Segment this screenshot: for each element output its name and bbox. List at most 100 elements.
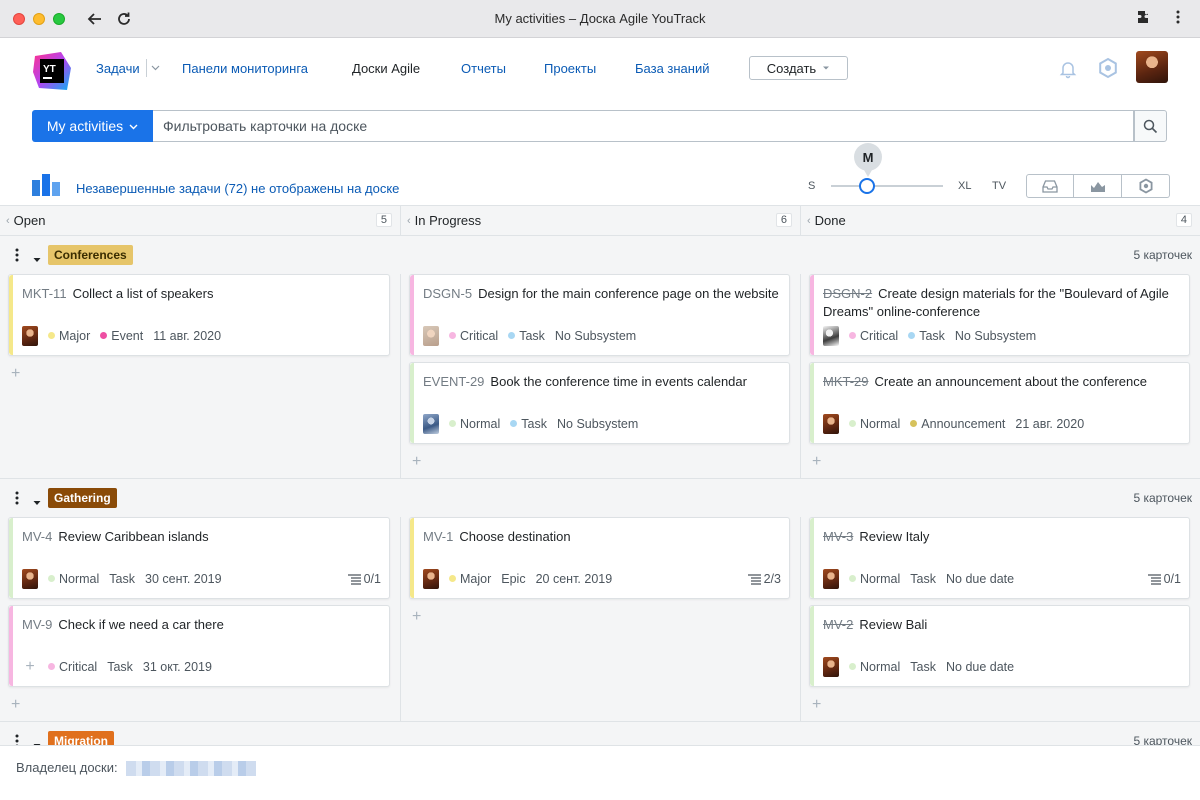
- maximize-window-button[interactable]: [53, 12, 65, 25]
- assignee-avatar[interactable]: [823, 657, 839, 677]
- card-field[interactable]: 30 сент. 2019: [145, 572, 222, 586]
- issue-id-link[interactable]: MV-4: [22, 529, 52, 544]
- card-field[interactable]: Normal: [849, 417, 900, 431]
- issue-summary[interactable]: Review Bali: [859, 617, 927, 632]
- card-field[interactable]: No due date: [946, 572, 1014, 586]
- subtasks-counter[interactable]: 0/1: [1147, 572, 1181, 586]
- assignee-avatar[interactable]: [423, 414, 439, 434]
- add-card-button[interactable]: +: [8, 362, 390, 390]
- card-field[interactable]: Major: [48, 329, 90, 343]
- issue-card[interactable]: MV-9 Check if we need a car there + Critica…: [8, 605, 390, 687]
- assignee-avatar[interactable]: [22, 569, 38, 589]
- swimlane-menu-button[interactable]: [14, 734, 20, 745]
- swimlane-collapse-button[interactable]: [33, 251, 41, 266]
- assignee-avatar[interactable]: [423, 569, 439, 589]
- card-field[interactable]: Epic: [501, 572, 525, 586]
- card-field[interactable]: Task: [107, 660, 133, 674]
- card-field[interactable]: Task: [910, 660, 936, 674]
- add-card-button[interactable]: +: [409, 605, 790, 633]
- issue-id-link[interactable]: DSGN-2: [823, 286, 872, 301]
- card-field[interactable]: Critical: [48, 660, 97, 674]
- card-field[interactable]: Task: [510, 417, 547, 431]
- assignee-avatar[interactable]: [423, 326, 439, 346]
- issue-id-link[interactable]: MV-2: [823, 617, 853, 632]
- issue-summary[interactable]: Check if we need a car there: [58, 617, 223, 632]
- card-size-s[interactable]: S: [808, 180, 815, 192]
- issue-summary[interactable]: Design for the main conference page on t…: [478, 286, 779, 301]
- issue-summary[interactable]: Review Italy: [859, 529, 929, 544]
- card-field[interactable]: Critical: [849, 329, 898, 343]
- add-assignee-button[interactable]: +: [22, 657, 38, 677]
- issue-card[interactable]: MKT-11 Collect a list of speakers Major Eve…: [8, 274, 390, 356]
- column-header-done[interactable]: ‹ Done 4: [800, 206, 1200, 235]
- issue-id-link[interactable]: EVENT-29: [423, 374, 484, 389]
- card-size-slider[interactable]: [831, 185, 943, 187]
- issue-card[interactable]: MV-4 Review Caribbean islands Normal Task 30…: [8, 517, 390, 599]
- swimlane-name-tag[interactable]: Gathering: [48, 488, 117, 508]
- card-field[interactable]: Task: [908, 329, 945, 343]
- reload-button[interactable]: [113, 8, 135, 30]
- issue-id-link[interactable]: MV-1: [423, 529, 453, 544]
- card-field[interactable]: 11 авг. 2020: [153, 329, 221, 343]
- collapse-column-icon[interactable]: ‹: [807, 215, 811, 227]
- add-card-button[interactable]: +: [409, 450, 790, 478]
- swimlane-collapse-button[interactable]: [33, 494, 41, 509]
- board-owner-name-redacted[interactable]: [126, 761, 256, 776]
- issue-card[interactable]: DSGN-5 Design for the main conference pag…: [409, 274, 790, 356]
- nav-agile-boards[interactable]: Доски Agile: [352, 61, 420, 76]
- card-field[interactable]: No Subsystem: [955, 329, 1036, 343]
- card-size-xl[interactable]: XL: [958, 180, 971, 192]
- administration-button[interactable]: [1097, 57, 1119, 82]
- swimlane-collapse-button[interactable]: [33, 737, 41, 745]
- nav-reports[interactable]: Отчеты: [461, 61, 506, 76]
- card-field[interactable]: Major: [449, 572, 491, 586]
- issue-card[interactable]: MV-3 Review Italy Normal Task No due date 0/1: [809, 517, 1190, 599]
- issue-card[interactable]: DSGN-2 Create design materials for the "B…: [809, 274, 1190, 356]
- assignee-avatar[interactable]: [823, 569, 839, 589]
- unfinished-issues-link[interactable]: Незавершенные задачи (72) не отображены …: [76, 181, 399, 196]
- more-menu-button[interactable]: [1170, 9, 1186, 28]
- card-field[interactable]: Normal: [48, 572, 99, 586]
- swimlane-name-tag[interactable]: Migration: [48, 731, 114, 745]
- nav-issues[interactable]: Задачи: [96, 61, 140, 76]
- assignee-avatar[interactable]: [823, 326, 839, 346]
- board-stats-icon[interactable]: [32, 174, 62, 196]
- issue-id-link[interactable]: MV-9: [22, 617, 52, 632]
- issue-id-link[interactable]: MV-3: [823, 529, 853, 544]
- collapse-column-icon[interactable]: ‹: [6, 215, 10, 227]
- issue-card[interactable]: EVENT-29 Book the conference time in even…: [409, 362, 790, 444]
- backlog-button[interactable]: [1026, 174, 1074, 198]
- card-field[interactable]: Normal: [849, 660, 900, 674]
- card-filter-input[interactable]: [153, 110, 1134, 142]
- card-field[interactable]: Task: [910, 572, 936, 586]
- notifications-button[interactable]: [1058, 59, 1078, 82]
- board-selector-button[interactable]: My activities: [32, 110, 153, 142]
- card-size-slider-handle[interactable]: [859, 178, 875, 194]
- nav-dashboards[interactable]: Панели мониторинга: [182, 61, 308, 76]
- card-field[interactable]: No Subsystem: [555, 329, 636, 343]
- issue-card[interactable]: MV-2 Review Bali Normal Task No due date: [809, 605, 1190, 687]
- issue-card[interactable]: MV-1 Choose destination Major Epic 20 сент. …: [409, 517, 790, 599]
- card-field[interactable]: Normal: [449, 417, 500, 431]
- chevron-down-icon[interactable]: [151, 63, 160, 72]
- card-field[interactable]: Normal: [849, 572, 900, 586]
- subtasks-counter[interactable]: 2/3: [747, 572, 781, 586]
- back-button[interactable]: [84, 8, 106, 30]
- burndown-chart-button[interactable]: [1074, 174, 1122, 198]
- board-settings-button[interactable]: [1122, 174, 1170, 198]
- card-field[interactable]: Event: [100, 329, 143, 343]
- issue-summary[interactable]: Choose destination: [459, 529, 570, 544]
- user-avatar[interactable]: [1136, 51, 1168, 83]
- search-button[interactable]: [1134, 110, 1167, 142]
- swimlane-menu-button[interactable]: [14, 248, 20, 265]
- issue-summary[interactable]: Review Caribbean islands: [58, 529, 208, 544]
- card-field[interactable]: No Subsystem: [557, 417, 638, 431]
- issue-summary[interactable]: Create an announcement about the confere…: [875, 374, 1147, 389]
- add-card-button[interactable]: +: [8, 693, 390, 721]
- add-card-button[interactable]: +: [809, 693, 1190, 721]
- collapse-column-icon[interactable]: ‹: [407, 215, 411, 227]
- column-header-in-progress[interactable]: ‹ In Progress 6: [400, 206, 800, 235]
- close-window-button[interactable]: [13, 12, 25, 25]
- card-field[interactable]: Critical: [449, 329, 498, 343]
- issue-summary[interactable]: Create design materials for the "Bouleva…: [823, 286, 1169, 319]
